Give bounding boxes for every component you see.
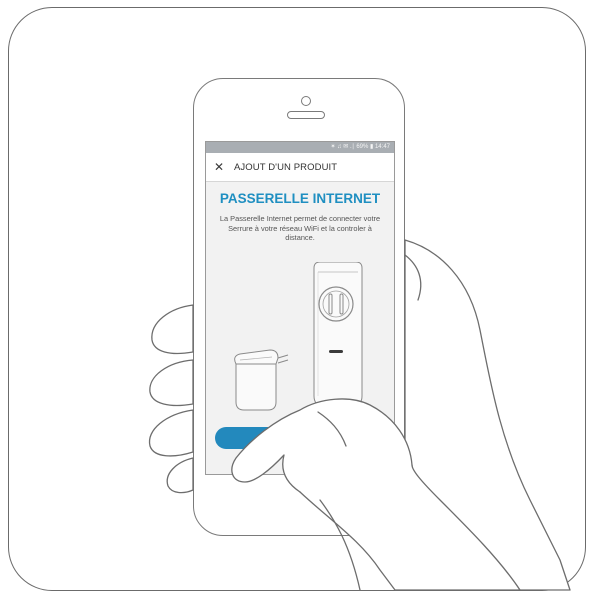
hand-illustration: [148, 239, 571, 591]
